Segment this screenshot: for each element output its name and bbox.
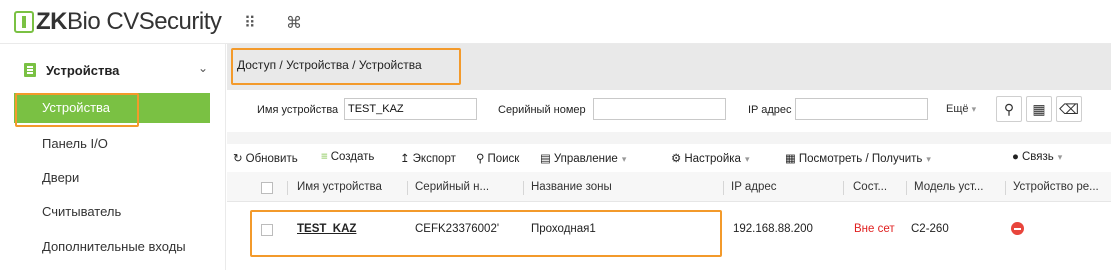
clear-button[interactable]: ⌫ xyxy=(1056,96,1082,122)
sidebar-section-devices[interactable]: Устройства ⌄ xyxy=(0,56,226,86)
column-header-serial[interactable]: Серийный н... xyxy=(415,181,489,193)
eraser-icon: ⌫ xyxy=(1059,100,1079,117)
brand-bio: Bio xyxy=(67,8,107,35)
view-get-label: Посмотреть / Получить xyxy=(798,153,923,165)
serial-number-label: Серийный номер xyxy=(498,104,586,116)
sidebar-section-label: Устройства xyxy=(46,63,120,78)
breadcrumb-bar: Доступ / Устройства / Устройства xyxy=(227,44,1111,90)
main-content: Доступ / Устройства / Устройства Имя уст… xyxy=(227,44,1111,270)
sidebar-item-io-panel[interactable]: Панель I/O xyxy=(14,129,210,159)
column-header-model[interactable]: Модель уст... xyxy=(914,181,983,193)
column-divider xyxy=(523,181,524,195)
chevron-down-icon: ▾ xyxy=(926,154,931,164)
column-divider xyxy=(287,181,288,195)
column-divider xyxy=(723,181,724,195)
ip-address-cell: 192.168.88.200 xyxy=(733,223,813,235)
link-icon: ● xyxy=(1012,151,1019,163)
breadcrumb: Доступ / Устройства / Устройства xyxy=(237,58,422,72)
app-logo[interactable]: ZKBio CVSecurity xyxy=(14,8,222,36)
device-name-label: Имя устройства xyxy=(257,104,339,116)
logo-icon xyxy=(14,11,34,33)
action-toolbar: ↻ Обновить ≡ Создать ↥ Экспорт ⚲ Поиск ▤ Упра… xyxy=(227,144,1111,172)
serial-number-input[interactable] xyxy=(593,98,726,120)
row-checkbox[interactable] xyxy=(261,224,273,236)
more-filters-label: Ещё xyxy=(946,103,969,115)
sidebar-item-readers[interactable]: Считыватель xyxy=(14,197,210,227)
settings-dropdown[interactable]: ⚙ Настройка ▾ xyxy=(671,151,749,165)
view-get-dropdown[interactable]: ▦ Посмотреть / Получить ▾ xyxy=(785,151,931,165)
device-name-link[interactable]: TEST_KAZ xyxy=(297,223,356,235)
model-cell: C2-260 xyxy=(911,223,949,235)
refresh-icon: ↻ xyxy=(233,153,243,165)
search-toolbar-label: Поиск xyxy=(487,153,520,165)
zone-cell: Проходная1 xyxy=(531,223,596,235)
column-header-device-name[interactable]: Имя устройства xyxy=(297,181,382,193)
column-divider xyxy=(906,181,907,195)
search-icon: ⚲ xyxy=(1003,100,1015,117)
chevron-down-icon: ▾ xyxy=(971,104,977,114)
sidebar-item-doors[interactable]: Двери xyxy=(14,163,210,193)
create-label: Создать xyxy=(330,151,375,163)
device-list-icon xyxy=(24,63,36,77)
create-button[interactable]: ≡ Создать xyxy=(321,151,374,163)
export-button[interactable]: ↥ Экспорт xyxy=(400,151,456,165)
serial-number-cell: CEFK23376002' xyxy=(415,223,500,235)
column-divider xyxy=(1005,181,1006,195)
disabled-status-icon xyxy=(1011,222,1024,235)
column-divider xyxy=(407,181,408,195)
advanced-search-icon: ▦ xyxy=(1032,100,1046,117)
select-all-checkbox[interactable] xyxy=(261,182,273,194)
advanced-search-button[interactable]: ▦ xyxy=(1026,96,1052,122)
command-icon[interactable]: ⌘ xyxy=(286,13,302,33)
refresh-label: Обновить xyxy=(245,153,298,165)
view-icon: ▦ xyxy=(785,153,796,165)
manage-dropdown[interactable]: ▤ Управление ▾ xyxy=(540,151,626,165)
settings-label: Настройка xyxy=(684,153,741,165)
export-icon: ↥ xyxy=(400,153,410,165)
chevron-down-icon: ▾ xyxy=(1057,152,1063,162)
apps-grid-icon[interactable]: ⠿ xyxy=(244,13,256,33)
table-header: Имя устройства Серийный н... Название зо… xyxy=(227,172,1111,202)
filter-bar: Имя устройства Серийный номер IP адрес Е… xyxy=(227,90,1111,132)
search-icon: ⚲ xyxy=(476,153,485,165)
gear-icon: ⚙ xyxy=(671,153,682,165)
search-toolbar-button[interactable]: ⚲ Поиск xyxy=(476,151,519,165)
refresh-button[interactable]: ↻ Обновить xyxy=(233,151,298,165)
column-header-reader-device[interactable]: Устройство ре... xyxy=(1013,181,1099,193)
link-dropdown[interactable]: ● Связь ▾ xyxy=(1012,151,1062,163)
brand-cv: CVSecurity xyxy=(106,8,222,35)
brand-zk: ZK xyxy=(36,8,68,35)
app-title: ZKBio CVSecurity xyxy=(36,8,222,36)
table-row[interactable]: TEST_KAZ CEFK23376002' Проходная1 192.16… xyxy=(227,202,1111,270)
column-header-zone[interactable]: Название зоны xyxy=(531,181,612,193)
ip-address-label: IP адрес xyxy=(748,104,792,116)
add-icon: ≡ xyxy=(321,151,328,163)
column-header-status[interactable]: Сост... xyxy=(853,181,887,193)
more-filters-toggle[interactable]: Ещё ▾ xyxy=(946,103,976,115)
sidebar-item-devices[interactable]: Устройства xyxy=(14,93,210,123)
chevron-down-icon[interactable]: ⌄ xyxy=(198,61,208,75)
top-header: ZKBio CVSecurity ⠿ ⌘ xyxy=(0,0,1111,44)
ip-address-input[interactable] xyxy=(795,98,928,120)
column-header-ip[interactable]: IP адрес xyxy=(731,181,777,193)
manage-label: Управление xyxy=(553,153,618,165)
sidebar-item-aux-inputs[interactable]: Дополнительные входы xyxy=(14,232,210,262)
status-badge: Вне сет xyxy=(854,223,895,235)
monitor-icon: ▤ xyxy=(540,153,551,165)
export-label: Экспорт xyxy=(412,153,456,165)
chevron-down-icon: ▾ xyxy=(621,154,627,164)
device-name-input[interactable] xyxy=(344,98,477,120)
chevron-down-icon: ▾ xyxy=(744,154,750,164)
sidebar: Устройства ⌄ Устройства Панель I/O Двери… xyxy=(0,44,226,270)
link-label: Связь xyxy=(1021,151,1054,163)
search-button[interactable]: ⚲ xyxy=(996,96,1022,122)
column-divider xyxy=(843,181,844,195)
